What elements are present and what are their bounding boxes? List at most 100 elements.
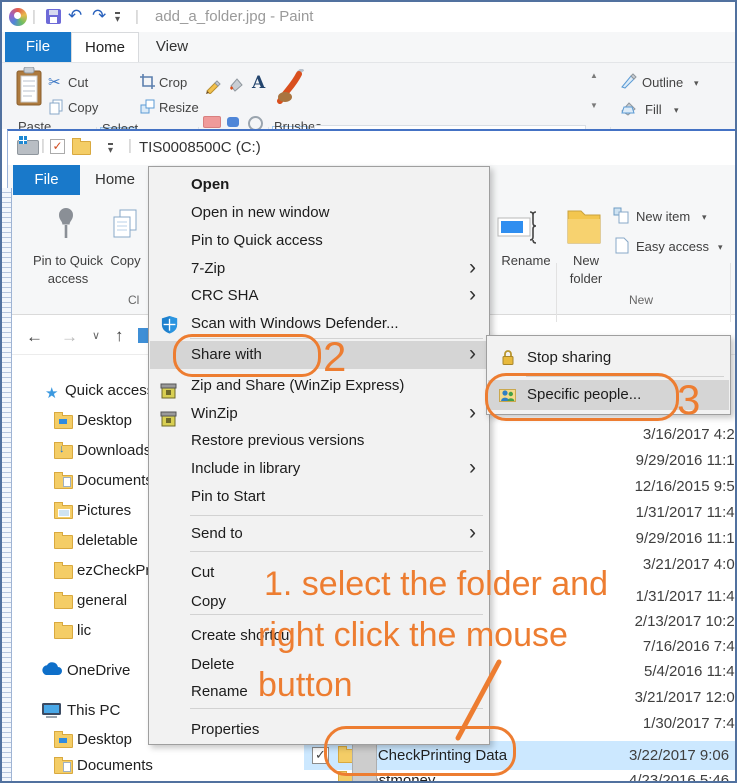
annotation-step1-line2: right click the mouse: [258, 616, 568, 654]
rename-icon: [497, 211, 537, 244]
new-item-dropdown-icon[interactable]: ▾: [702, 212, 707, 223]
submenu-item-stop-sharing[interactable]: Stop sharing: [488, 344, 729, 372]
divider: |: [135, 8, 139, 25]
menu-item-send-to[interactable]: Send to ›: [150, 520, 488, 548]
date-modified-value: 3/21/2017 12:07: [634, 689, 737, 706]
up-icon[interactable]: ↑: [115, 326, 124, 346]
paint-tab-view[interactable]: View: [139, 32, 205, 62]
sidebar-item-this-pc-documents[interactable]: Documents: [77, 755, 153, 777]
menu-item-restore-previous-versions[interactable]: Restore previous versions: [150, 427, 488, 455]
date-modified-value: 1/30/2017 7:48: [642, 715, 737, 732]
paint-app-icon: [9, 8, 27, 26]
folder-documents-icon: [54, 472, 73, 489]
sidebar-item-deletable[interactable]: deletable: [77, 530, 138, 552]
easy-access-button[interactable]: Easy access: [636, 239, 709, 254]
rename-button[interactable]: Rename: [496, 253, 556, 268]
save-icon[interactable]: [46, 9, 61, 24]
sidebar-item-lic[interactable]: lic: [77, 620, 91, 642]
copy-button[interactable]: Copy: [103, 253, 148, 268]
quick-access-toolbar-dropdown-icon[interactable]: ▾: [115, 12, 121, 25]
easy-access-icon: [615, 237, 629, 254]
resize-button-label[interactable]: Resize: [159, 100, 199, 115]
new-folder-quick-icon[interactable]: [72, 138, 91, 155]
explorer-tab-file[interactable]: File: [13, 165, 80, 195]
date-modified-value: 3/16/2017 4:25: [642, 426, 737, 443]
winzip-icon: [160, 383, 177, 399]
new-folder-button-line2[interactable]: folder: [564, 271, 608, 286]
pencil-tool-icon[interactable]: [204, 77, 221, 94]
redo-icon[interactable]: ↷: [92, 7, 106, 25]
new-item-button[interactable]: New item: [636, 209, 690, 224]
sidebar-item-this-pc[interactable]: This PC: [67, 700, 120, 722]
menu-item-label: Zip and Share (WinZip Express): [191, 377, 405, 394]
address-bar-location-icon: [138, 328, 148, 343]
sidebar-item-downloads[interactable]: Downloads: [77, 440, 151, 462]
outline-dropdown-icon[interactable]: ▾: [694, 78, 699, 89]
recent-locations-chevron-icon[interactable]: ∨: [92, 329, 100, 342]
windows-flag-icon: [19, 136, 27, 144]
outline-icon: [621, 73, 637, 89]
sidebar-item-general[interactable]: general: [77, 590, 127, 612]
date-modified-value: 9/29/2016 11:10: [635, 530, 737, 547]
easy-access-dropdown-icon[interactable]: ▾: [718, 242, 723, 253]
color-picker-tool-icon[interactable]: [227, 117, 239, 127]
folder-documents-icon: [54, 757, 73, 774]
brush-icon: [277, 69, 304, 104]
menu-item-open-in-new-window[interactable]: Open in new window: [150, 199, 488, 227]
crop-button-label[interactable]: Crop: [159, 75, 187, 90]
winzip-icon: [160, 411, 177, 427]
this-pc-icon: [42, 703, 61, 718]
fill-button-label[interactable]: Fill: [645, 102, 662, 117]
menu-item-winzip[interactable]: WinZip ›: [150, 400, 488, 428]
copy-button-label[interactable]: Copy: [68, 100, 98, 115]
date-modified-value: 7/16/2016 7:47: [642, 638, 737, 655]
explorer-titlebar: | ✓ ▾ | TIS0008500C (C:): [8, 131, 735, 165]
fill-dropdown-icon[interactable]: ▾: [674, 105, 679, 116]
new-group-label: New: [628, 293, 653, 307]
menu-item-label: CRC SHA: [191, 287, 259, 304]
sidebar-item-pictures[interactable]: Pictures: [77, 500, 131, 522]
properties-quick-icon[interactable]: ✓: [50, 139, 65, 154]
paint-tab-file[interactable]: File: [5, 32, 71, 62]
menu-item-open[interactable]: Open: [150, 171, 488, 199]
annotation-circle-ezcheckprinting-data: [324, 726, 516, 776]
menu-item-include-in-library[interactable]: Include in library ›: [150, 455, 488, 483]
sidebar-item-documents[interactable]: Documents: [77, 470, 153, 492]
sidebar-item-ezcheckpri[interactable]: ezCheckPri: [77, 560, 154, 582]
explorer-tab-home[interactable]: Home: [80, 165, 150, 195]
sidebar-item-this-pc-desktop[interactable]: Desktop: [77, 729, 132, 751]
shapes-scroll-up-icon[interactable]: ▲: [590, 71, 598, 80]
pin-to-quick-access-button-line2[interactable]: access: [16, 271, 120, 286]
cut-button-label[interactable]: Cut: [68, 75, 88, 90]
defender-shield-icon: [161, 315, 178, 334]
forward-icon[interactable]: →: [61, 327, 78, 347]
sidebar-item-onedrive[interactable]: OneDrive: [67, 660, 130, 682]
divider: |: [128, 137, 132, 154]
outline-button-label[interactable]: Outline: [642, 75, 683, 90]
resize-icon: [140, 99, 155, 114]
menu-item-pin-to-quick-access[interactable]: Pin to Quick access: [150, 227, 488, 255]
new-folder-button[interactable]: New: [564, 253, 608, 268]
sidebar-item-quick-access[interactable]: Quick access: [65, 380, 154, 402]
menu-item-pin-to-start[interactable]: Pin to Start: [150, 483, 488, 511]
paint-ribbon: Paste ✂ Cut Copy Select Crop Resize: [2, 63, 735, 187]
sidebar-item-desktop[interactable]: Desktop: [77, 410, 132, 432]
menu-item-label: 7-Zip: [191, 260, 226, 277]
annotation-circle-specific-people: [485, 373, 679, 421]
menu-item-7zip[interactable]: 7-Zip ›: [150, 255, 488, 283]
menu-item-crc-sha[interactable]: CRC SHA ›: [150, 282, 488, 310]
eraser-tool-icon[interactable]: [203, 116, 221, 128]
lock-icon: [502, 350, 514, 365]
back-icon[interactable]: ←: [26, 327, 43, 347]
paint-tab-strip: File Home View: [2, 32, 735, 63]
date-modified-value: 9/29/2016 11:16: [635, 452, 737, 469]
undo-icon[interactable]: ↶: [68, 7, 82, 25]
annotation-step1-line3: button: [258, 666, 353, 704]
fill-tool-icon[interactable]: [227, 76, 245, 94]
paste-icon[interactable]: [14, 67, 44, 107]
paint-tab-home[interactable]: Home: [71, 32, 139, 62]
text-tool-icon[interactable]: A: [252, 73, 265, 93]
shapes-scroll-down-icon[interactable]: ▼: [590, 101, 598, 110]
explorer-window-title: TIS0008500C (C:): [139, 139, 261, 156]
explorer-qat-dropdown-icon[interactable]: ▾: [108, 143, 114, 156]
